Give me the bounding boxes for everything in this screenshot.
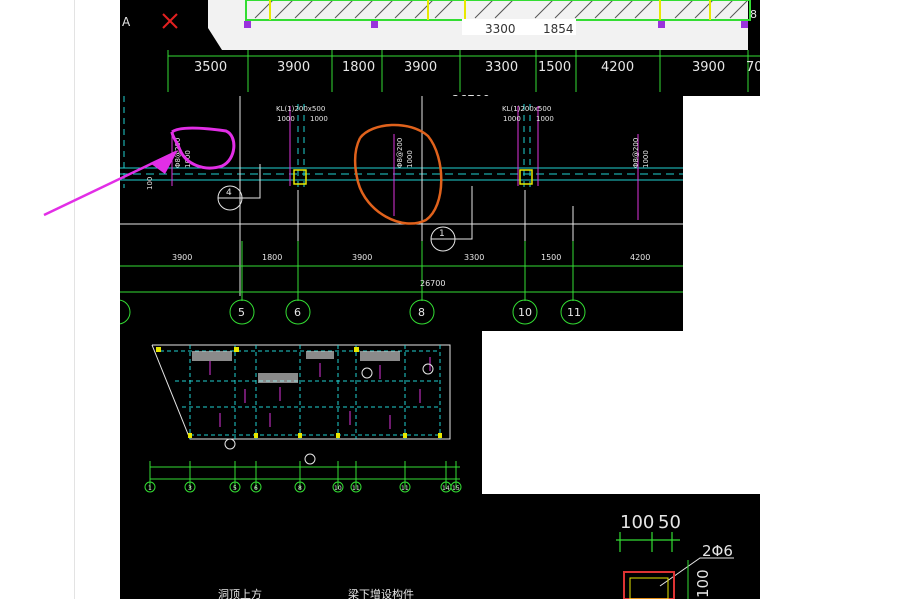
- cad-panel-top[interactable]: A 3300 1854 8 3500 3900 1800 3900 3300 1…: [120, 0, 760, 96]
- dimension-labels: 3900 1800 3900 3300 1500 4200 26700: [172, 253, 650, 288]
- axis-number: 11: [401, 485, 409, 492]
- dim-text: 1854: [543, 22, 574, 36]
- section-inner: [629, 577, 669, 599]
- axis-number: 6: [294, 306, 301, 319]
- col-note: Φ8@200: [396, 138, 404, 168]
- side-label: 1000: [184, 150, 192, 168]
- axis-label-a: A: [122, 15, 131, 29]
- dim-text: 3900: [352, 253, 372, 262]
- section-mark-1[interactable]: 1: [430, 186, 473, 252]
- cad-drawing-middle: KL(1)200x500 KL(1)200x500 1000 1000 1000…: [120, 96, 683, 325]
- plan-axis-bubbles: 1 3 5 6 8 10 11 11 14 15: [144, 481, 462, 493]
- beam-annotations: KL(1)200x500 KL(1)200x500 1000 1000 1000…: [276, 105, 554, 123]
- axis-number: 3: [188, 485, 192, 492]
- axis-number: 8: [418, 306, 425, 319]
- dim-text: 1800: [262, 253, 282, 262]
- side-label: 100: [146, 177, 154, 190]
- section-number: 1: [439, 229, 445, 239]
- axis-number: 14: [442, 485, 450, 492]
- vertical-dim: 100: [694, 569, 712, 598]
- section-number: 4: [226, 188, 232, 198]
- left-gutter-divider: [74, 0, 75, 599]
- axis-number: 10: [334, 485, 342, 492]
- section-outline: [623, 571, 675, 599]
- axis-number: 5: [238, 306, 245, 319]
- cad-panel-detail[interactable]: 100 50 2Φ6 100 洞顶上方 梁下增设构件: [120, 494, 760, 599]
- axis-number: 8: [298, 485, 302, 492]
- dim-text: 50: [658, 512, 681, 533]
- axis-number: 6: [254, 485, 258, 492]
- dim-text: 70: [746, 60, 760, 75]
- cad-panel-plan[interactable]: 1 3 5 6 8 10 11 11 14 15: [120, 331, 482, 494]
- dim-text: 3300: [485, 60, 518, 75]
- beam-label: 1000: [536, 115, 554, 123]
- detail-notes: 洞顶上方 梁下增设构件: [218, 587, 414, 599]
- dim-text: 1500: [541, 253, 561, 262]
- cad-drawing-detail: 100 50 2Φ6 100 洞顶上方 梁下增设构件: [218, 512, 734, 599]
- axis-number: 10: [518, 306, 532, 319]
- beam-code: KL(1)200x500: [502, 105, 551, 113]
- cad-drawing-plan: 1 3 5 6 8 10 11 11 14 15: [144, 344, 462, 493]
- section-mark-4[interactable]: 4: [217, 164, 261, 211]
- axis-number: 11: [352, 485, 360, 492]
- plan-hatch-areas: [192, 351, 400, 383]
- plan-rebar-ticks: [209, 357, 431, 429]
- column-caps: [293, 169, 533, 185]
- dim-text: 3500: [194, 60, 227, 75]
- dim-text: 1800: [342, 60, 375, 75]
- axis-label: 8: [750, 8, 757, 21]
- axis-number: 1: [148, 485, 152, 492]
- dim-text: 3900: [692, 60, 725, 75]
- axis-number: 15: [452, 485, 460, 492]
- axis-number: 5: [233, 485, 237, 492]
- dim-text: 3900: [404, 60, 437, 75]
- axis-bubbles: 5 6 8 10 11: [120, 299, 586, 325]
- axis-number: 11: [567, 306, 581, 319]
- vertical-annotations: Φ8@200 1000 Φ8@200 1000 Φ8@200 1000 100: [146, 138, 650, 190]
- plan-section-marks: [224, 363, 434, 465]
- beam-label: 1000: [503, 115, 521, 123]
- rebar-label: 2Φ6: [702, 542, 733, 560]
- dim-text: 3300: [485, 22, 516, 36]
- dim-text: 100: [620, 512, 654, 533]
- side-label: 1000: [642, 150, 650, 168]
- note-text: 洞顶上方: [218, 587, 262, 599]
- col-note: Φ8@200: [174, 138, 182, 168]
- dim-total: 26700: [420, 279, 445, 288]
- dimension-labels: 3500 3900 1800 3900 3300 1500 4200 3900 …: [194, 60, 760, 75]
- beam-label: 1000: [310, 115, 328, 123]
- detail-dimensions: 100 50: [620, 512, 681, 533]
- dim-text: 3900: [277, 60, 310, 75]
- cad-panel-middle[interactable]: KL(1)200x500 KL(1)200x500 1000 1000 1000…: [120, 96, 683, 331]
- error-marker: [162, 13, 178, 29]
- side-label: 1000: [406, 150, 414, 168]
- detail-dim-lines: [616, 532, 680, 552]
- cad-drawing-top: A 3300 1854 8 3500 3900 1800 3900 3300 1…: [122, 0, 760, 96]
- rebar-lines: [171, 106, 639, 220]
- note-text: 梁下增设构件: [348, 587, 414, 599]
- beam-code: KL(1)200x500: [276, 105, 325, 113]
- dim-text: 4200: [601, 60, 634, 75]
- dim-text: 3900: [172, 253, 192, 262]
- dim-text: 1500: [538, 60, 571, 75]
- dim-text: 4200: [630, 253, 650, 262]
- dim-text: 3300: [464, 253, 484, 262]
- beam-label: 1000: [277, 115, 295, 123]
- col-note: Φ8@200: [632, 138, 640, 168]
